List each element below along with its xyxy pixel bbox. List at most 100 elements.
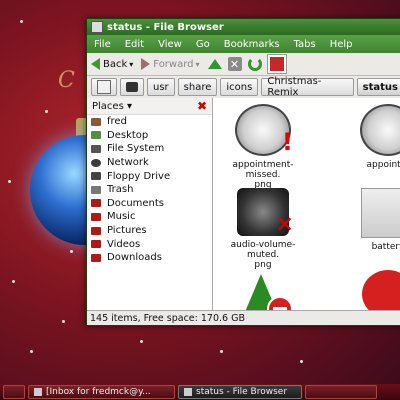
file-item[interactable]: ✕ audio-volume-muted. png: [223, 188, 303, 270]
edit-location-button[interactable]: [91, 78, 117, 96]
file-item[interactable]: [223, 270, 303, 311]
menu-bookmarks[interactable]: Bookmarks: [224, 39, 280, 50]
up-arrow-icon[interactable]: [207, 59, 222, 69]
window-titlebar[interactable]: status - File Browser: [87, 19, 400, 35]
file-name: battery: [371, 242, 400, 252]
file-item[interactable]: battery: [348, 188, 400, 252]
menu-file[interactable]: File: [94, 39, 111, 50]
file-browser-window: status - File Browser File Edit View Go …: [86, 18, 400, 326]
file-item[interactable]: ! appointment-missed. png: [223, 104, 303, 190]
sidebar-item-label: Music: [107, 211, 136, 223]
taskbar-item-label: status - File Browser: [196, 387, 288, 397]
folder-icon: [91, 240, 101, 249]
sidebar-item-music[interactable]: Music: [87, 210, 212, 224]
sidebar-item-fred[interactable]: fred: [87, 115, 212, 129]
sidebar-item-label: Desktop: [107, 129, 149, 141]
home-folder-icon: [91, 117, 101, 126]
file-name: audio-volume-muted.: [230, 240, 296, 260]
drive-icon: [126, 82, 138, 92]
star: [12, 280, 15, 283]
taskbar-item-inbox[interactable]: [Inbox for fredmck@y...: [28, 385, 175, 399]
menu-edit[interactable]: Edit: [125, 39, 144, 50]
battery-icon: [361, 188, 400, 238]
back-label: Back: [103, 58, 128, 70]
menubar: File Edit View Go Bookmarks Tabs Help: [87, 35, 400, 53]
path-status[interactable]: status: [356, 78, 400, 96]
places-sidebar: Places ▾ ✖ fred Desktop File System Netw…: [87, 98, 213, 311]
star: [8, 180, 11, 183]
tree-icon: [237, 270, 293, 311]
content-area: Places ▾ ✖ fred Desktop File System Netw…: [87, 98, 400, 311]
file-name: appointment-missed.: [232, 160, 294, 180]
chevron-down-icon[interactable]: ▾: [196, 60, 200, 69]
pencil-icon: [97, 80, 111, 94]
trash-icon: [91, 185, 101, 194]
no-entry-icon: [267, 296, 293, 311]
menu-view[interactable]: View: [158, 39, 182, 50]
path-christmas-remix[interactable]: Christmas-Remix: [261, 76, 354, 98]
forward-button[interactable]: Forward ▾: [141, 58, 200, 70]
sidebar-item-documents[interactable]: Documents: [87, 197, 212, 211]
desktop-icon: [91, 131, 101, 140]
menu-tabs[interactable]: Tabs: [294, 39, 316, 50]
toolbar: Back ▾ Forward ▾ ✕: [87, 53, 400, 76]
reload-icon[interactable]: [247, 57, 262, 71]
sidebar-item-desktop[interactable]: Desktop: [87, 129, 212, 143]
path-share[interactable]: share: [177, 78, 218, 96]
places-label: Places: [92, 100, 124, 112]
file-name-ext: png: [254, 260, 272, 270]
red-circle-icon: [362, 270, 400, 311]
sidebar-item-downloads[interactable]: Downloads: [87, 251, 212, 265]
star: [30, 350, 33, 353]
warning-icon: !: [282, 128, 293, 156]
home-icon[interactable]: [266, 54, 287, 74]
sidebar-item-trash[interactable]: Trash: [87, 183, 212, 197]
root-drive-button[interactable]: [120, 78, 144, 96]
path-usr[interactable]: usr: [147, 78, 175, 96]
stop-icon[interactable]: ✕: [227, 57, 242, 71]
sidebar-item-label: Documents: [107, 197, 165, 209]
file-item[interactable]: [348, 270, 400, 311]
taskbar-item-file-browser[interactable]: status - File Browser: [178, 385, 302, 399]
sidebar-item-videos[interactable]: Videos: [87, 237, 212, 251]
sidebar-item-label: Network: [107, 157, 149, 169]
network-icon: [91, 158, 101, 167]
star: [300, 360, 303, 363]
sidebar-item-label: Trash: [107, 184, 134, 196]
file-item[interactable]: appointm: [348, 104, 400, 170]
taskbar-item[interactable]: [3, 385, 25, 399]
icon-view: ! appointment-missed. png appointm ✕ aud…: [213, 98, 400, 311]
sidebar-item-pictures[interactable]: Pictures: [87, 224, 212, 238]
sidebar-item-floppy-drive[interactable]: Floppy Drive: [87, 169, 212, 183]
floppy-icon: [91, 172, 101, 181]
taskbar-item[interactable]: [305, 385, 377, 399]
places-dropdown[interactable]: Places ▾: [92, 101, 132, 112]
window-icon[interactable]: [91, 21, 103, 33]
sidebar-item-network[interactable]: Network: [87, 156, 212, 170]
sidebar-item-label: fred: [107, 116, 127, 128]
chevron-down-icon[interactable]: ▾: [129, 60, 133, 69]
sidebar-item-file-system[interactable]: File System: [87, 142, 212, 156]
menu-go[interactable]: Go: [196, 39, 210, 50]
harddisk-icon: [91, 144, 101, 153]
sidebar-item-label: Pictures: [107, 225, 147, 237]
folder-icon: [91, 212, 101, 221]
back-button[interactable]: Back ▾: [91, 58, 133, 70]
star: [220, 350, 223, 353]
path-bar: usr share icons Christmas-Remix status: [87, 76, 400, 99]
folder-icon: [91, 199, 101, 208]
clock-icon: !: [235, 104, 293, 156]
star: [45, 110, 48, 113]
mail-icon: [34, 388, 42, 396]
back-arrow-icon: [91, 58, 100, 70]
menu-help[interactable]: Help: [330, 39, 353, 50]
speaker-muted-icon: ✕: [237, 188, 294, 238]
file-name: appointm: [366, 160, 400, 170]
path-icons[interactable]: icons: [220, 78, 259, 96]
desktop-greeting-text: C: [58, 68, 75, 93]
close-icon[interactable]: ✖: [197, 99, 207, 113]
window-title: status - File Browser: [107, 21, 224, 33]
sidebar-item-label: Downloads: [107, 252, 162, 264]
sidebar-item-label: Floppy Drive: [107, 170, 171, 182]
taskbar-item-label: [Inbox for fredmck@y...: [46, 387, 151, 397]
